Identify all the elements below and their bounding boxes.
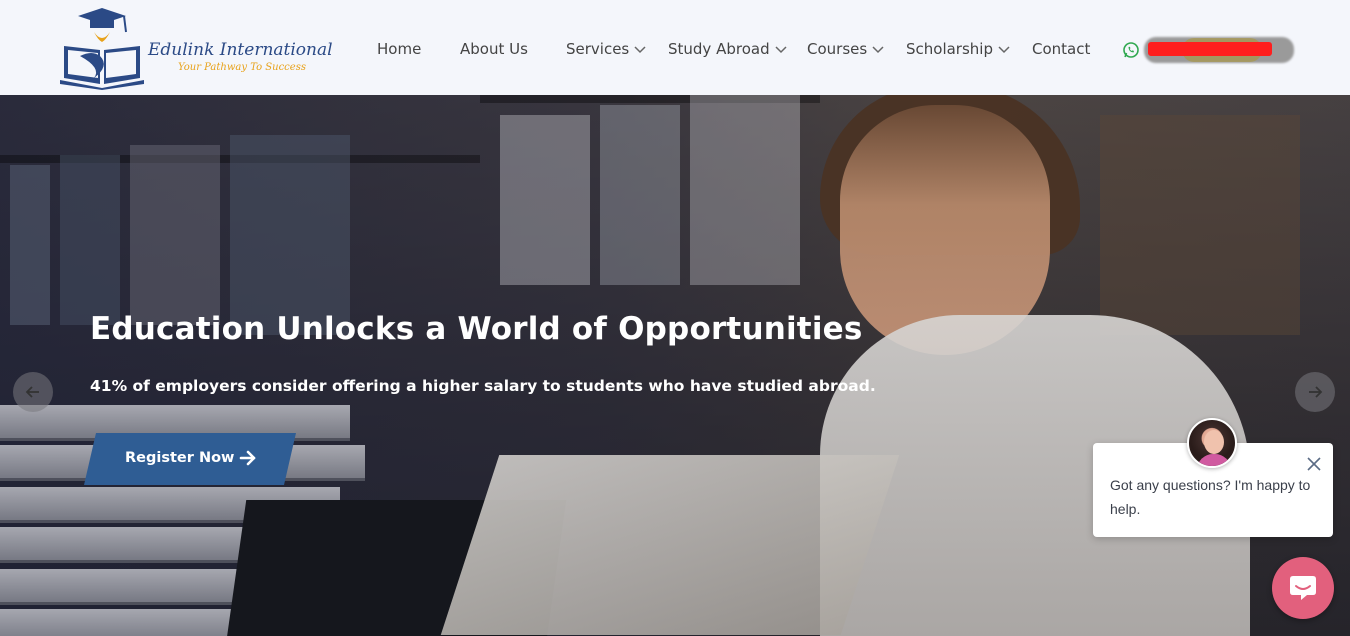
- whatsapp-contact[interactable]: [1122, 37, 1294, 63]
- chat-agent-avatar: [1187, 418, 1237, 468]
- chat-greeting-message: Got any questions? I'm happy to help.: [1110, 477, 1311, 517]
- background-book: [230, 135, 350, 335]
- nav-item-label: Services: [566, 40, 630, 58]
- site-header: Edulink International Your Pathway To Su…: [0, 0, 1350, 95]
- hero-subtitle: 41% of employers consider offering a hig…: [90, 377, 876, 395]
- background-book: [500, 115, 590, 285]
- whatsapp-icon: [1123, 42, 1139, 58]
- avatar-shirt: [1197, 454, 1231, 466]
- chevron-down-icon: [872, 46, 884, 54]
- arrow-left-icon: [25, 386, 39, 398]
- hero-title: Education Unlocks a World of Opportuniti…: [90, 311, 863, 347]
- nav-item-label: Contact: [1032, 40, 1091, 58]
- carousel-prev-button[interactable]: [13, 372, 53, 412]
- background-book: [60, 155, 120, 325]
- arrow-right-icon: [1309, 386, 1323, 398]
- nav-item-scholarship[interactable]: Scholarship: [906, 40, 1010, 58]
- chevron-down-icon: [998, 46, 1010, 54]
- nav-item-label: Scholarship: [906, 40, 993, 58]
- chat-launcher-button[interactable]: [1272, 557, 1334, 619]
- nav-item-home[interactable]: Home: [377, 40, 421, 58]
- nav-item-contact[interactable]: Contact: [1032, 40, 1090, 58]
- register-now-button[interactable]: Register Now: [84, 433, 296, 485]
- background-book: [1100, 115, 1300, 335]
- nav-item-courses[interactable]: Courses: [807, 40, 884, 58]
- register-button-label: Register Now: [125, 450, 235, 466]
- close-icon[interactable]: [1305, 455, 1323, 473]
- nav-item-label: Courses: [807, 40, 868, 58]
- chat-bubble-icon: [1290, 576, 1316, 600]
- background-book: [690, 95, 800, 285]
- avatar-face: [1204, 430, 1224, 454]
- chevron-down-icon: [775, 46, 787, 54]
- open-book: [440, 455, 900, 635]
- nav-item-label: About Us: [460, 40, 528, 58]
- background-book: [130, 145, 220, 325]
- carousel-next-button[interactable]: [1295, 372, 1335, 412]
- redacted-phone-number: [1148, 42, 1272, 56]
- nav-item-services[interactable]: Services: [566, 40, 646, 58]
- nav-item-about-us[interactable]: About Us: [460, 40, 528, 58]
- nav-item-label: Home: [377, 40, 422, 58]
- nav-item-label: Study Abroad: [668, 40, 770, 58]
- chevron-down-icon: [634, 46, 646, 54]
- hero-carousel: Education Unlocks a World of Opportuniti…: [0, 95, 1350, 636]
- nav-item-study-abroad[interactable]: Study Abroad: [668, 40, 787, 58]
- background-book: [600, 105, 680, 285]
- background-book: [10, 165, 50, 325]
- arrow-right-icon: [239, 450, 256, 466]
